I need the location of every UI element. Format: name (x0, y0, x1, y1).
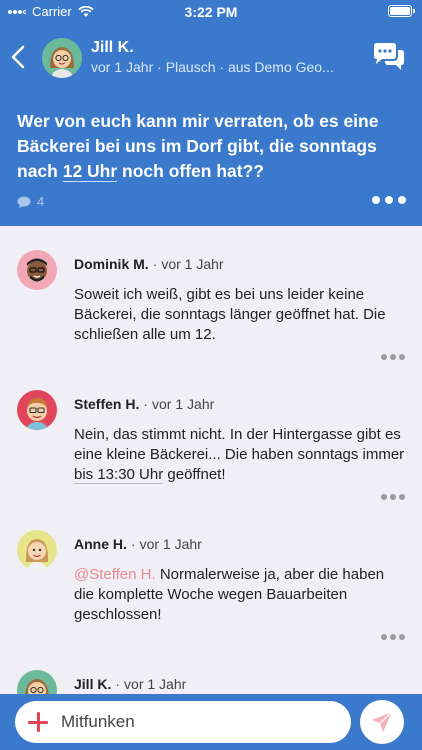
separator: · (152, 256, 158, 272)
comment-more-button[interactable] (381, 494, 405, 500)
comment-author[interactable]: Anne H. (74, 536, 127, 552)
comment-text-end: geöffnet! (163, 466, 226, 483)
separator: · (115, 676, 121, 692)
more-dots-icon (399, 634, 405, 640)
comment-text: Nein, das stimmt nicht. In der Hintergas… (74, 425, 408, 485)
message-input[interactable] (61, 701, 341, 743)
post-text: Wer von euch kann mir verraten, ob es ei… (17, 109, 407, 184)
plus-icon[interactable] (27, 711, 49, 733)
more-dots-icon (399, 354, 405, 360)
post-time-link[interactable]: 12 Uhr (62, 161, 118, 182)
comment-more-button[interactable] (381, 354, 405, 360)
comment-count-value: 4 (37, 194, 45, 209)
post-more-button[interactable] (372, 196, 406, 204)
commenter-avatar[interactable] (17, 250, 57, 290)
avatar-dominik-icon (17, 250, 57, 290)
avatar-anne-icon (17, 530, 57, 570)
comment-time: vor 1 Jahr (152, 396, 215, 412)
comment-author[interactable]: Dominik M. (74, 256, 149, 272)
post-meta: vor 1 Jahr · Plausch · aus Demo Geo... (91, 59, 334, 75)
more-dots-icon (372, 196, 380, 204)
avatar-jill-icon (17, 670, 57, 694)
post-header: Jill K. vor 1 Jahr · Plausch · aus Demo … (0, 24, 422, 226)
post-text-end: noch offen hat?? (117, 161, 264, 181)
comment-item: Steffen H. · vor 1 Jahr Nein, das stimmt n… (0, 366, 422, 506)
avatar-steffen-icon (17, 390, 57, 430)
separator: · (143, 396, 149, 412)
comment-more-button[interactable] (381, 634, 405, 640)
more-dots-icon (390, 354, 396, 360)
more-dots-icon (381, 494, 387, 500)
comment-time: vor 1 Jahr (161, 256, 224, 272)
comment-time-link[interactable]: bis 13:30 Uhr (74, 466, 164, 484)
more-dots-icon (399, 494, 405, 500)
comment-author[interactable]: Steffen H. (74, 396, 139, 412)
comment-item: Jill K. · vor 1 Jahr (0, 646, 422, 694)
battery-icon (388, 5, 415, 17)
comment-time: vor 1 Jahr (139, 536, 202, 552)
more-dots-icon (398, 196, 406, 204)
more-dots-icon (381, 354, 387, 360)
comment-text: Soweit ich weiß, gibt es bei uns leider … (74, 286, 386, 343)
comment-item: Anne H. · vor 1 Jahr @Steffen H. Normalerw… (0, 506, 422, 646)
avatar-jill-icon (42, 38, 82, 78)
more-dots-icon (390, 494, 396, 500)
status-bar: Carrier 3:22 PM (0, 0, 422, 24)
comment-count: 4 (17, 194, 44, 209)
author-name[interactable]: Jill K. (91, 39, 134, 57)
more-dots-icon (385, 196, 393, 204)
commenter-avatar[interactable] (17, 670, 57, 694)
chat-button[interactable] (372, 42, 406, 72)
clock: 3:22 PM (184, 4, 238, 20)
back-chevron-icon (11, 45, 25, 69)
separator: · (130, 536, 136, 552)
send-icon (372, 711, 393, 732)
author-avatar[interactable] (42, 38, 82, 78)
comment-item: Dominik M. · vor 1 Jahr Soweit ich weiß, g… (0, 226, 422, 366)
commenter-avatar[interactable] (17, 390, 57, 430)
comment-time: vor 1 Jahr (124, 676, 187, 692)
comment-author-line: Steffen H. · vor 1 Jahr (74, 396, 214, 412)
comment-text-start: Nein, das stimmt nicht. In der Hintergas… (74, 426, 405, 463)
comment-author-line: Dominik M. · vor 1 Jahr (74, 256, 224, 272)
user-mention[interactable]: @Steffen H. (74, 566, 156, 583)
composer-pill (15, 701, 351, 743)
comment-list[interactable]: Dominik M. · vor 1 Jahr Soweit ich weiß, g… (0, 226, 422, 694)
more-dots-icon (381, 634, 387, 640)
comment-author-line: Anne H. · vor 1 Jahr (74, 536, 202, 552)
back-button[interactable] (6, 42, 30, 72)
send-button[interactable] (360, 700, 404, 744)
commenter-avatar[interactable] (17, 530, 57, 570)
more-dots-icon (390, 634, 396, 640)
composer-bar (0, 694, 422, 750)
comment-author-line: Jill K. · vor 1 Jahr (74, 676, 186, 692)
chat-bubbles-icon (374, 43, 404, 70)
comment-bubble-icon (17, 196, 31, 208)
comment-text: @Steffen H. Normalerweise ja, aber die h… (74, 565, 408, 625)
comment-author[interactable]: Jill K. (74, 676, 111, 692)
